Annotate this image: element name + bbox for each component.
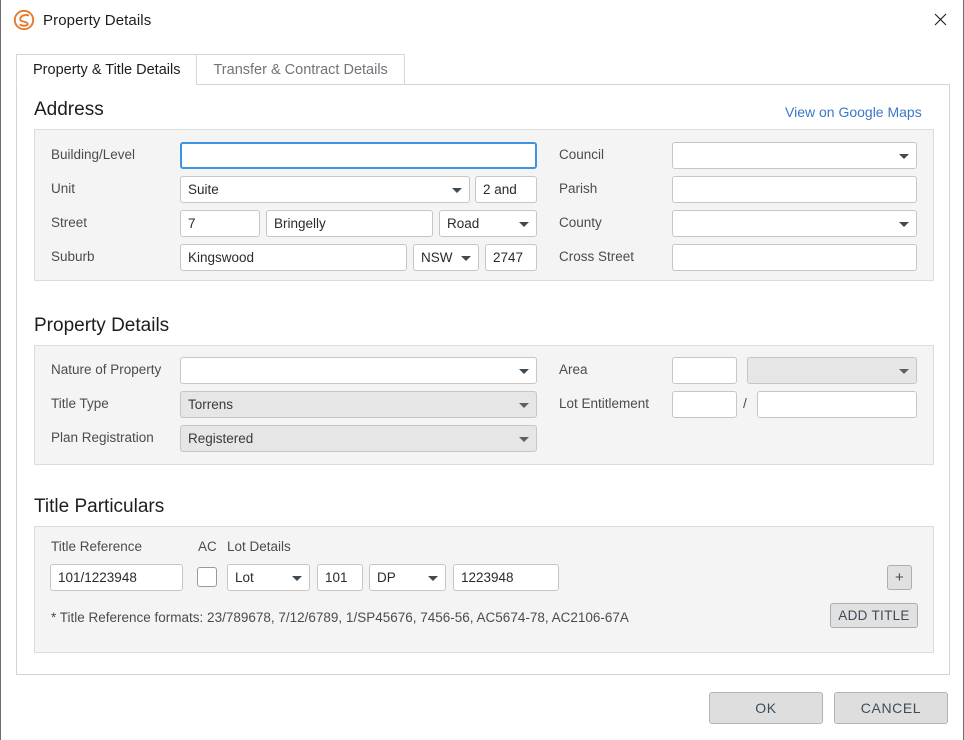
dialog-footer: OK CANCEL [1,0,963,740]
tab-transfer-contract-details[interactable]: Transfer & Contract Details [196,54,405,85]
background-bleed-text: Settlement Date Matter Number [271,736,426,739]
ok-button-label: OK [755,700,777,716]
property-details-dialog: Property Details Property & Title Detail… [0,0,964,740]
tab-label: Property & Title Details [33,61,181,78]
cancel-button[interactable]: CANCEL [834,692,948,724]
background-window-bleed: Settlement Date Matter Number [1,736,963,740]
tab-property-title-details[interactable]: Property & Title Details [16,54,198,85]
cancel-button-label: CANCEL [860,700,922,716]
tab-label: Transfer & Contract Details [213,61,388,78]
ok-button[interactable]: OK [709,692,823,724]
